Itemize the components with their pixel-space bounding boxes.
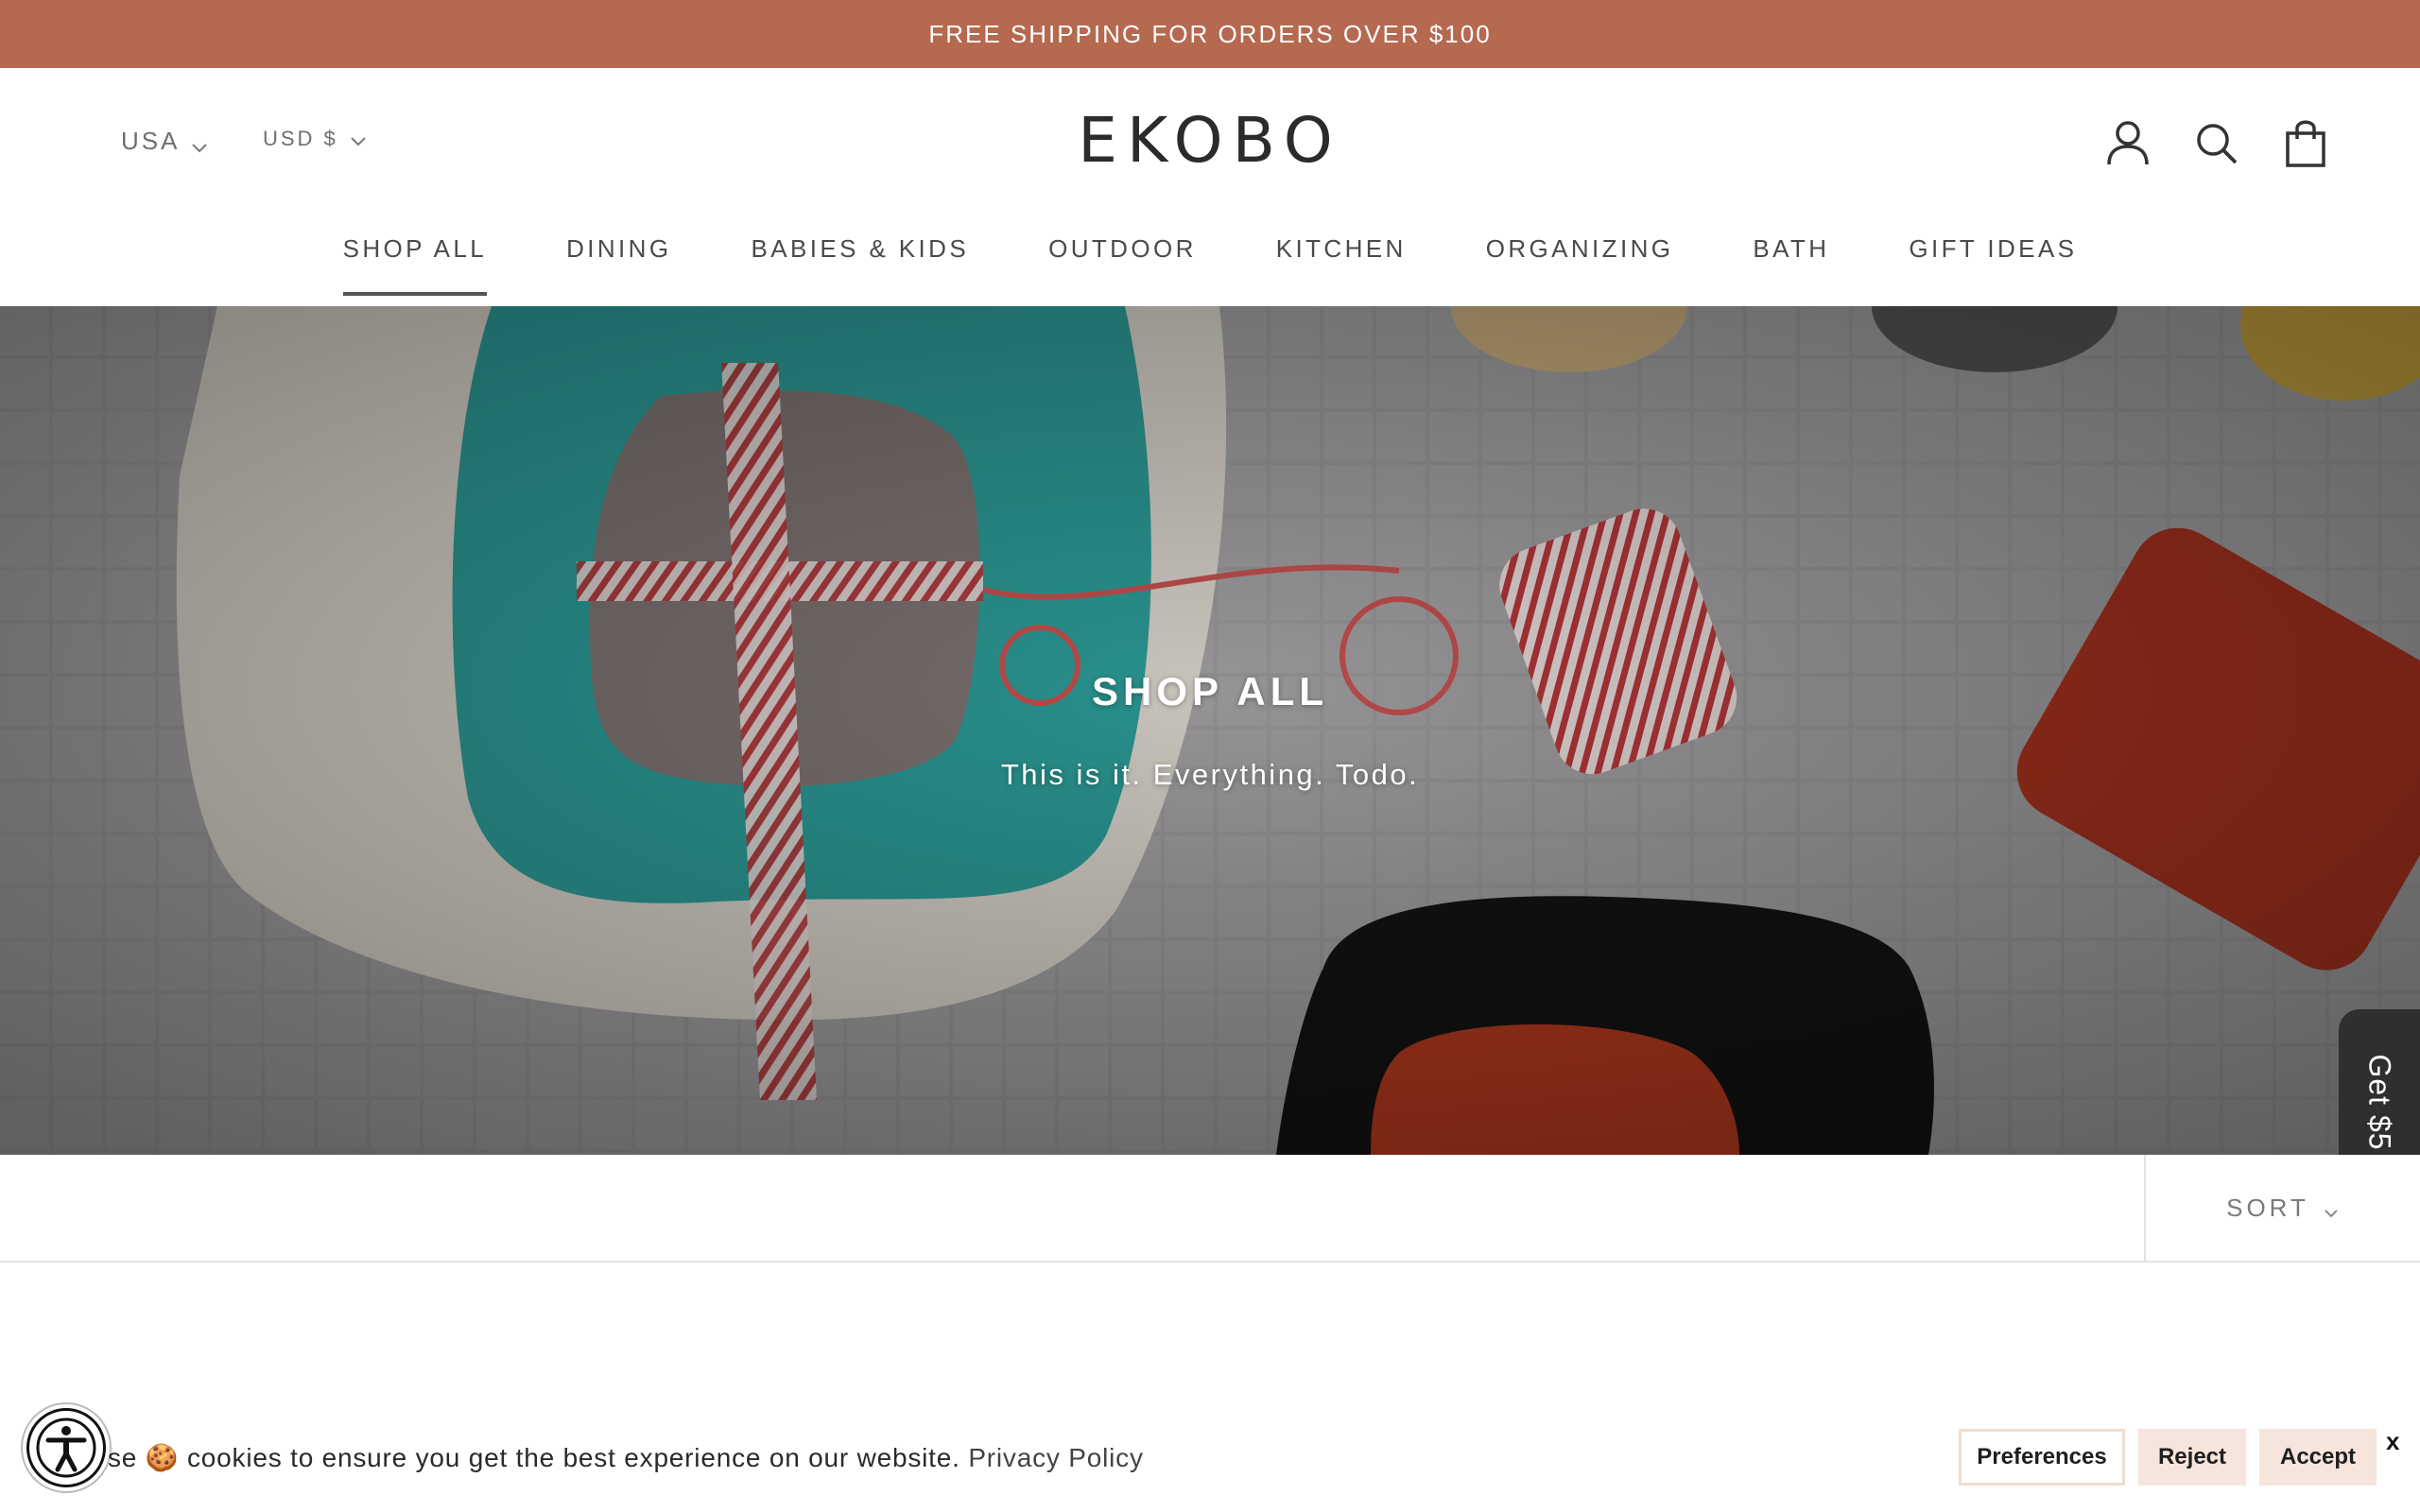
cookie-banner: se 🍪 cookies to ensure you get the best … — [0, 1399, 2420, 1512]
reject-button[interactable]: Reject — [2138, 1429, 2246, 1486]
cookie-text: se 🍪 cookies to ensure you get the best … — [108, 1443, 960, 1472]
sort-button[interactable]: SORT — [2144, 1155, 2420, 1261]
accessibility-icon[interactable] — [26, 1408, 106, 1487]
preferences-button[interactable]: Preferences — [1959, 1429, 2125, 1486]
nav-item-dining[interactable]: DINING — [566, 234, 671, 296]
site-header: USA USD $ EKOBO SHOP ALL DINING BABIES &… — [0, 68, 2420, 306]
nav-item-babies-kids[interactable]: BABIES & KIDS — [751, 234, 969, 296]
sort-label: SORT — [2226, 1193, 2309, 1222]
hero-title: SHOP ALL — [1091, 669, 1329, 713]
privacy-policy-link[interactable]: Privacy Policy — [968, 1443, 1143, 1472]
nav-item-gift-ideas[interactable]: GIFT IDEAS — [1909, 234, 2077, 296]
country-selector[interactable]: USA — [121, 127, 208, 156]
hero-image — [0, 306, 2420, 1155]
nav-item-outdoor[interactable]: OUTDOOR — [1048, 234, 1197, 296]
chevron-down-icon — [350, 130, 367, 147]
get-5-label: Get $5 — [2362, 1053, 2397, 1151]
hero-banner: SHOP ALL This is it. Everything. Todo. G… — [0, 306, 2420, 1155]
header-icons — [2104, 117, 2329, 168]
announcement-text: FREE SHIPPING FOR ORDERS OVER $100 — [928, 19, 1492, 48]
nav-item-bath[interactable]: BATH — [1753, 234, 1829, 296]
bag-icon[interactable] — [2282, 117, 2329, 168]
search-icon[interactable] — [2193, 117, 2240, 168]
currency-selector[interactable]: USD $ — [263, 127, 367, 151]
site-logo[interactable]: EKOBO — [1040, 104, 1380, 177]
nav-item-organizing[interactable]: ORGANIZING — [1486, 234, 1674, 296]
nav-item-kitchen[interactable]: KITCHEN — [1276, 234, 1407, 296]
chevron-down-icon — [191, 133, 208, 152]
cookie-message: se 🍪 cookies to ensure you get the best … — [108, 1442, 1144, 1473]
country-label: USA — [121, 127, 181, 155]
nav-item-shop-all[interactable]: SHOP ALL — [342, 234, 488, 296]
account-icon[interactable] — [2104, 117, 2152, 168]
close-icon[interactable]: x — [2386, 1427, 2399, 1456]
main-nav: SHOP ALL DINING BABIES & KIDS OUTDOOR KI… — [0, 234, 2420, 296]
accept-button[interactable]: Accept — [2259, 1429, 2377, 1486]
hero-subtitle: This is it. Everything. Todo. — [1000, 758, 1420, 791]
collection-toolbar: SORT — [0, 1155, 2420, 1263]
currency-label: USD $ — [263, 127, 338, 150]
chevron-down-icon — [2323, 1199, 2340, 1218]
announcement-bar: FREE SHIPPING FOR ORDERS OVER $100 — [0, 0, 2420, 68]
get-5-tab[interactable]: Get $5 — [2339, 1009, 2420, 1155]
